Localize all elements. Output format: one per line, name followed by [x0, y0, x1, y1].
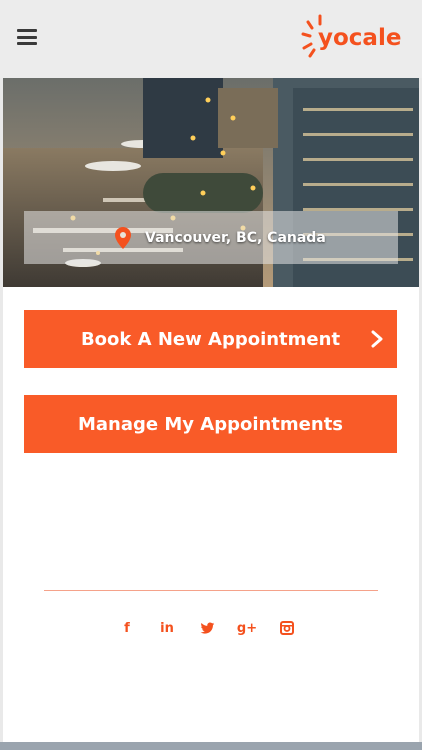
hamburger-icon[interactable] — [17, 29, 37, 45]
google-plus-icon[interactable]: g+ — [237, 618, 257, 638]
footer-divider — [44, 590, 378, 591]
book-appointment-button[interactable]: Book A New Appointment — [24, 310, 397, 368]
social-links: f in g+ — [117, 618, 297, 638]
location-label: Vancouver, BC, Canada — [145, 229, 326, 246]
logo-text: yocale — [318, 25, 402, 51]
hero-image: Vancouver, BC, Canada — [3, 78, 419, 287]
map-pin-icon — [115, 226, 131, 249]
twitter-icon[interactable] — [197, 618, 217, 638]
chevron-right-icon — [371, 330, 383, 348]
linkedin-icon[interactable]: in — [157, 618, 177, 638]
facebook-icon[interactable]: f — [117, 618, 137, 638]
instagram-icon[interactable] — [277, 618, 297, 638]
manage-appointments-label: Manage My Appointments — [77, 413, 344, 435]
bottom-bar — [0, 742, 422, 750]
yocale-logo: yocale — [300, 12, 404, 60]
app-header: yocale — [0, 0, 422, 78]
location-bar[interactable]: Vancouver, BC, Canada — [24, 211, 398, 264]
manage-appointments-button[interactable]: Manage My Appointments — [24, 395, 397, 453]
book-appointment-label: Book A New Appointment — [80, 328, 341, 350]
